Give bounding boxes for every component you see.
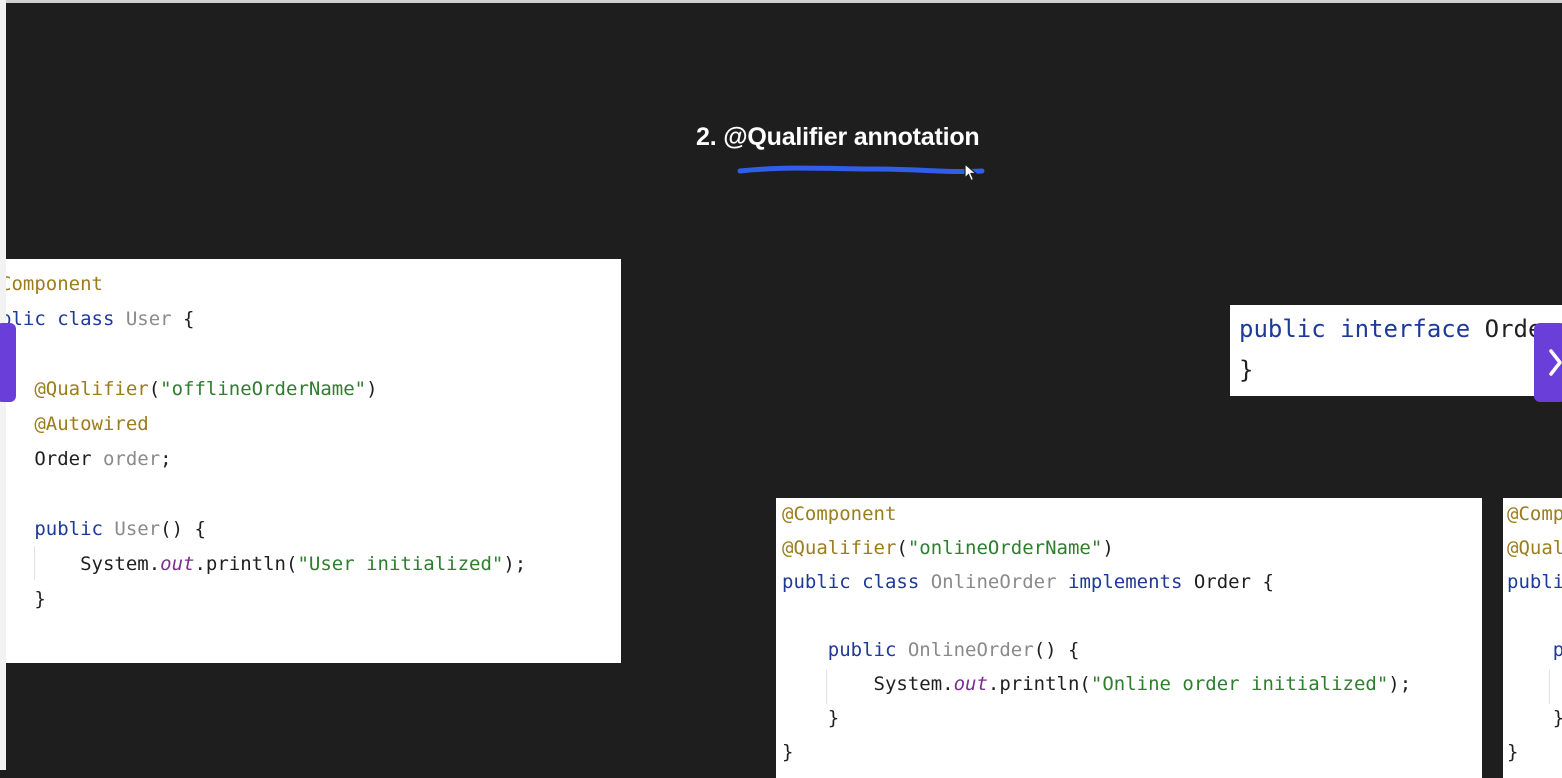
code-line: p [1552, 639, 1562, 661]
chevron-left-icon [0, 323, 16, 402]
code-line: } [827, 707, 840, 729]
code-line: } [1507, 741, 1519, 763]
code-card-offline-order-partial: @Comp @Qual publi p }} [1503, 498, 1562, 778]
indent-guide [34, 546, 35, 580]
next-slide-button[interactable] [1534, 323, 1562, 402]
code-card-user-class: Component blic class User { @Qualifier("o… [6, 259, 621, 663]
code-line: } [1507, 701, 1562, 735]
slide-title: 2. @Qualifier annotation [696, 123, 980, 151]
code-line: blic class User { [6, 308, 195, 330]
code-line: } [34, 588, 46, 610]
code-line: Order order; [34, 448, 172, 470]
code-line: public User() { [34, 518, 206, 540]
code-card-online-order: @Component @Qualifier("onlineOrderName") p… [776, 498, 1482, 778]
title-underline-stroke [737, 165, 985, 175]
code-line: @Qualifier("offlineOrderName") [34, 378, 378, 400]
code-line: @Comp [1507, 503, 1562, 525]
top-border [0, 0, 1562, 3]
code-line: System.out.println("Online order initial… [873, 673, 1412, 695]
code-line: @Component [782, 503, 897, 525]
code-line: public class OnlineOrder implements Orde… [782, 571, 1274, 593]
code-card-order-interface: public interface Orde} [1230, 305, 1562, 396]
mouse-cursor-icon [964, 163, 978, 182]
code-line: @Autowired [34, 413, 149, 435]
code-line: Component [6, 273, 103, 295]
indent-guide [1549, 670, 1550, 704]
code-line: @Qualifier("onlineOrderName") [782, 537, 1114, 559]
code-line: publi [1507, 571, 1562, 593]
code-line: public interface Orde [1239, 315, 1543, 343]
code-line: System.out.println("User initialized"); [80, 553, 527, 575]
indent-guide [826, 670, 827, 704]
chevron-right-icon [1549, 349, 1562, 376]
prev-slide-button[interactable] [0, 323, 16, 402]
code-line: public OnlineOrder() { [827, 639, 1080, 661]
code-line: @Qual [1507, 537, 1562, 559]
code-line: } [1239, 356, 1254, 384]
code-line: } [782, 741, 794, 763]
